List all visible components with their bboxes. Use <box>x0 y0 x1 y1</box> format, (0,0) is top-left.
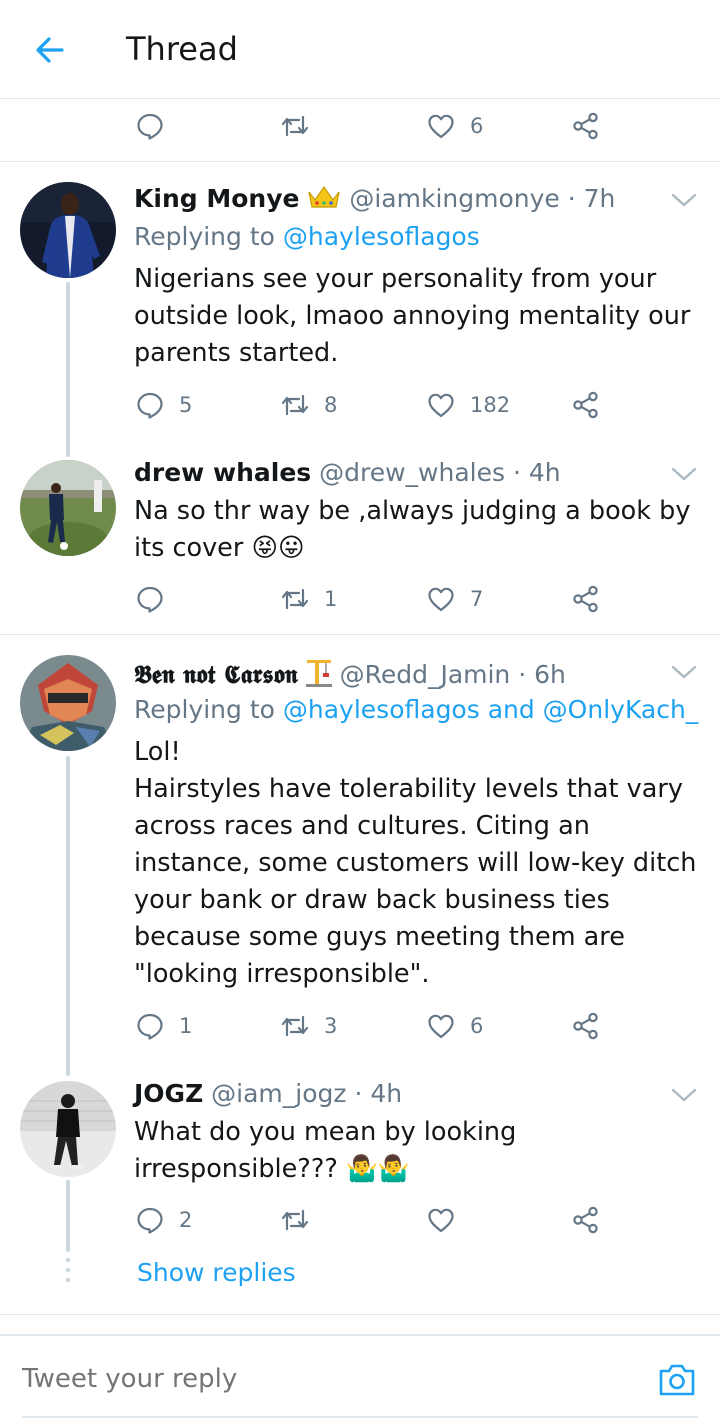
avatar[interactable] <box>20 655 116 751</box>
show-replies-link[interactable]: Show replies <box>137 1258 296 1287</box>
reply-icon <box>137 392 163 419</box>
reply-icon <box>137 1207 163 1234</box>
construction-crane-emoji-icon <box>305 660 332 687</box>
user-handle[interactable]: @iam_jogz <box>211 1079 346 1108</box>
thread-line <box>66 756 70 1076</box>
tweet-time: · 4h <box>354 1079 403 1108</box>
reply-button[interactable]: 1 <box>135 1008 192 1044</box>
share-icon <box>573 391 598 419</box>
reply-mention-link[interactable]: @haylesoflagos <box>283 222 480 251</box>
share-icon <box>573 1206 598 1234</box>
like-count: 182 <box>470 393 511 417</box>
user-name[interactable]: 𝕭𝖊𝖓 𝖓𝖔𝖙 𝕮𝖆𝖗𝖘𝖔𝖓 <box>134 660 298 689</box>
user-handle[interactable]: @Redd_Jamin <box>340 660 511 689</box>
reply-composer <box>0 1334 720 1425</box>
user-handle[interactable]: @iamkingmonye <box>349 184 559 213</box>
like-button[interactable]: 182 <box>426 387 510 423</box>
like-count: 7 <box>470 587 484 611</box>
retweet-count: 3 <box>324 1014 338 1038</box>
tweet-time: · 4h <box>512 458 561 487</box>
reply-count: 1 <box>179 1014 193 1038</box>
avatar[interactable] <box>20 1081 116 1177</box>
retweet-icon <box>281 115 309 137</box>
divider <box>0 634 720 635</box>
like-count: 6 <box>470 1014 484 1038</box>
thread-line <box>66 1180 70 1252</box>
tweet-header: JOGZ @iam_jogz · 4h <box>134 1079 402 1108</box>
thread-line <box>66 282 70 457</box>
chevron-down-icon[interactable] <box>670 190 698 210</box>
avatar[interactable] <box>20 182 116 278</box>
retweet-button[interactable] <box>280 1202 324 1238</box>
like-button[interactable]: 6 <box>426 108 483 144</box>
reply-button[interactable]: 2 <box>135 1202 192 1238</box>
replying-to: Replying to @haylesoflagos and @OnlyKach… <box>134 695 699 724</box>
heart-icon <box>428 1208 454 1233</box>
retweet-icon <box>281 1209 309 1231</box>
tweet-text: What do you mean by looking irresponsibl… <box>134 1117 517 1184</box>
share-button[interactable] <box>571 1008 601 1044</box>
reply-count: 2 <box>179 1208 193 1232</box>
share-button[interactable] <box>571 581 601 617</box>
crown-emoji-icon <box>308 185 340 208</box>
share-button[interactable] <box>571 387 601 423</box>
reply-button[interactable] <box>135 108 179 144</box>
divider <box>0 161 720 162</box>
retweet-button[interactable]: 1 <box>280 581 337 617</box>
tweet-text: Lol! Hairstyles have tolerability levels… <box>134 737 697 989</box>
chevron-down-icon[interactable] <box>670 1085 698 1105</box>
retweet-icon <box>281 588 309 610</box>
user-handle[interactable]: @drew_whales <box>319 458 505 487</box>
share-icon <box>573 1012 598 1040</box>
user-name[interactable]: drew whales <box>134 458 311 487</box>
replying-to: Replying to @haylesoflagos <box>134 222 480 251</box>
reply-icon <box>137 586 163 613</box>
tweet-header: 𝕭𝖊𝖓 𝖓𝖔𝖙 𝕮𝖆𝖗𝖘𝖔𝖓 @Redd_Jamin · 6h <box>134 657 566 690</box>
reply-button[interactable]: 5 <box>135 387 192 423</box>
retweet-button[interactable]: 3 <box>280 1008 337 1044</box>
tweet-text: Na so thr way be ,always judging a book … <box>134 496 691 563</box>
retweet-button[interactable] <box>280 108 324 144</box>
heart-icon <box>428 393 454 418</box>
heart-icon <box>428 114 454 139</box>
chevron-down-icon[interactable] <box>670 662 698 682</box>
divider <box>0 1314 720 1315</box>
share-button[interactable] <box>571 108 601 144</box>
chevron-down-icon[interactable] <box>670 464 698 484</box>
tweet-header: King Monye @iamkingmonye · 7h <box>134 184 615 213</box>
avatar[interactable] <box>20 460 116 556</box>
tweet-time: · 6h <box>518 660 566 689</box>
tweet-time: · 7h <box>567 184 616 213</box>
reply-icon <box>137 113 163 140</box>
reply-mention-link[interactable]: @haylesoflagos and @OnlyKach_ <box>283 695 698 724</box>
back-arrow-icon[interactable] <box>30 30 70 70</box>
share-button[interactable] <box>571 1202 601 1238</box>
reply-icon <box>137 1013 163 1040</box>
retweet-count: 1 <box>324 587 338 611</box>
share-icon <box>573 112 598 140</box>
like-button[interactable] <box>426 1202 470 1238</box>
user-name[interactable]: JOGZ <box>134 1079 203 1108</box>
thread-continuation-dots <box>65 1257 71 1283</box>
retweet-button[interactable]: 8 <box>280 387 337 423</box>
tweet-text: Nigerians see your personality from your… <box>134 264 691 368</box>
retweet-count: 8 <box>324 393 338 417</box>
like-button[interactable]: 7 <box>426 581 483 617</box>
heart-icon <box>428 1014 454 1039</box>
reply-count: 5 <box>179 393 193 417</box>
reply-button[interactable] <box>135 581 179 617</box>
tweet-reply-input[interactable] <box>22 1364 622 1394</box>
app-header: Thread <box>0 0 720 99</box>
camera-icon[interactable] <box>656 1360 698 1400</box>
page-title: Thread <box>126 30 238 68</box>
like-button[interactable]: 6 <box>426 1008 483 1044</box>
retweet-icon <box>281 394 309 416</box>
retweet-icon <box>281 1015 309 1037</box>
reply-input-underline <box>22 1416 698 1418</box>
user-name[interactable]: King Monye <box>134 184 299 213</box>
tweet-header: drew whales @drew_whales · 4h <box>134 458 561 487</box>
share-icon <box>573 585 598 613</box>
heart-icon <box>428 587 454 612</box>
